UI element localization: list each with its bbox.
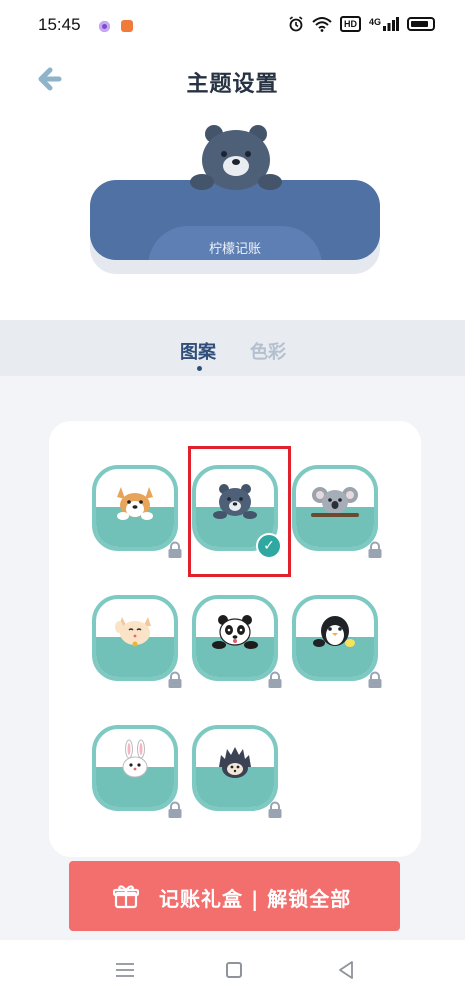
lock-icon xyxy=(268,671,282,688)
lock-icon xyxy=(368,541,382,558)
orange-app-icon xyxy=(121,20,133,32)
hd-icon: HD xyxy=(339,16,361,32)
tile-frame xyxy=(92,725,178,811)
unlock-all-button[interactable]: 记账礼盒 | 解锁全部 xyxy=(69,861,400,931)
header-bar: 主题设置 xyxy=(0,52,465,110)
tile-frame xyxy=(192,725,278,811)
theme-tile-rabbit[interactable] xyxy=(92,725,182,818)
tile-frame xyxy=(92,595,178,681)
theme-tile-penguin[interactable] xyxy=(292,595,382,688)
lock-icon xyxy=(268,801,282,818)
tile-frame xyxy=(292,595,378,681)
unlock-all-label: 记账礼盒 | 解锁全部 xyxy=(159,887,352,911)
tile-frame xyxy=(192,595,278,681)
lock-icon xyxy=(168,801,182,818)
preview-label: 柠檬记账 xyxy=(208,242,261,257)
corgi-icon xyxy=(117,487,153,520)
cat-icon xyxy=(115,617,151,647)
active-tab-indicator xyxy=(197,366,202,371)
status-bar: 15:45 HD 4G xyxy=(0,0,465,52)
wifi-icon xyxy=(312,17,332,32)
lock-icon xyxy=(368,671,382,688)
status-time: 15:45 xyxy=(38,15,81,34)
theme-tile-panda[interactable] xyxy=(192,595,282,688)
rabbit-icon xyxy=(122,739,148,778)
tile-frame xyxy=(292,465,378,551)
hedgehog-icon xyxy=(219,747,251,778)
signal-icon: 4G xyxy=(369,17,399,31)
theme-tile-corgi[interactable] xyxy=(92,465,182,558)
status-icons: HD 4G xyxy=(288,16,435,32)
theme-preview: 柠檬记账 xyxy=(90,124,380,274)
tab-color[interactable]: 色彩 xyxy=(250,338,286,364)
lock-icon xyxy=(168,671,182,688)
lock-icon xyxy=(168,541,182,558)
purple-app-icon xyxy=(99,21,110,32)
system-nav-bar xyxy=(0,940,465,998)
network-type-label: 4G xyxy=(368,17,381,27)
tab-bar: 图案 色彩 xyxy=(0,320,465,376)
back-icon[interactable] xyxy=(336,960,356,980)
menu-icon[interactable] xyxy=(115,962,135,978)
theme-tile-cat[interactable] xyxy=(92,595,182,688)
bear-mascot-icon xyxy=(190,125,282,190)
home-icon[interactable] xyxy=(226,962,242,978)
alarm-icon xyxy=(289,16,303,32)
battery-icon xyxy=(407,17,435,31)
theme-tile-hedgehog[interactable] xyxy=(192,725,282,818)
page-title: 主题设置 xyxy=(186,72,279,97)
tile-frame xyxy=(92,465,178,551)
penguin-icon xyxy=(313,616,355,647)
tab-pattern[interactable]: 图案 xyxy=(180,338,216,364)
panda-icon xyxy=(212,615,258,649)
theme-tile-koala[interactable] xyxy=(292,465,382,558)
gift-icon xyxy=(113,885,139,909)
selection-highlight-box xyxy=(188,446,291,577)
koala-icon xyxy=(311,487,359,517)
